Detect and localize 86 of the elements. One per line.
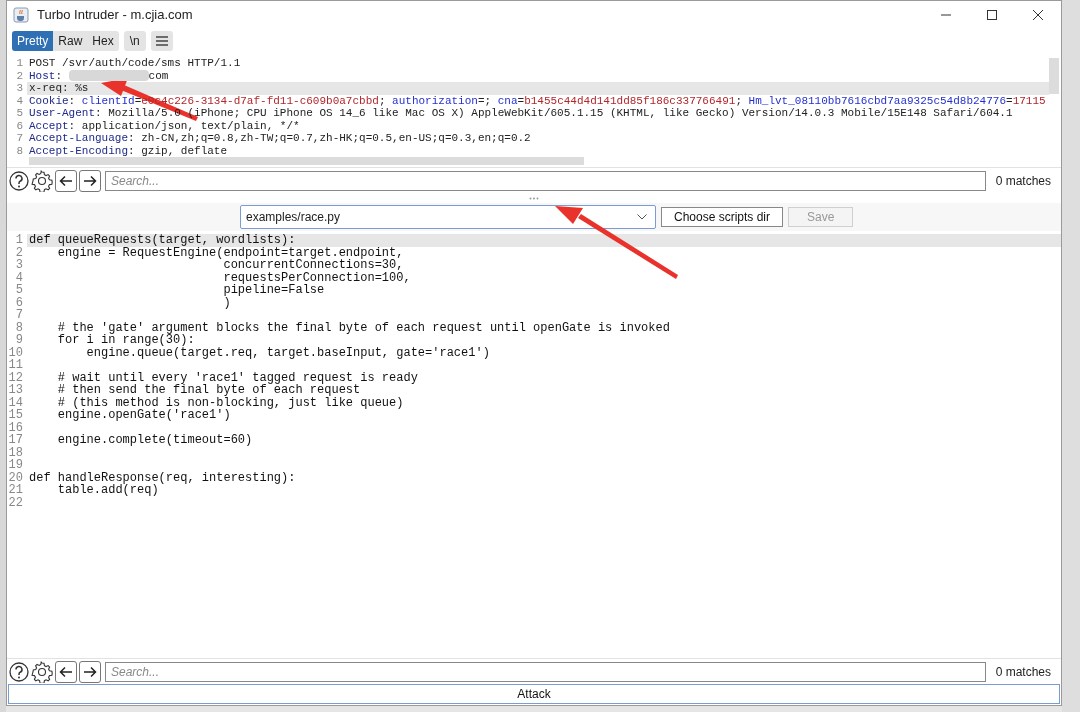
- next-button[interactable]: [79, 660, 101, 683]
- view-tab[interactable]: Raw: [53, 31, 88, 51]
- line-number: 1: [15, 57, 24, 70]
- line-number: 2: [14, 246, 24, 259]
- window-title: Turbo Intruder - m.cjia.com: [37, 6, 193, 25]
- code-line: for i in range(30):: [56, 333, 195, 347]
- code-line: pipeline=False: [222, 283, 325, 297]
- line-number: 6: [14, 296, 24, 309]
- help-icon[interactable]: [9, 661, 29, 682]
- arrow-right-icon: [83, 665, 97, 678]
- newline-toggle[interactable]: \n: [123, 31, 146, 51]
- line-number: 15: [7, 409, 24, 422]
- arrow-left-icon: [59, 174, 73, 187]
- code-line: engine.openGate('race1'): [56, 408, 231, 422]
- line-number: 7: [15, 132, 24, 145]
- code-line: Host: com: [29, 69, 169, 82]
- code-line: requestsPerConnection=100,: [222, 270, 411, 285]
- line-number: 14: [7, 396, 24, 409]
- line-number: 1: [14, 234, 24, 247]
- close-icon: [1033, 10, 1043, 20]
- settings-icon[interactable]: [31, 169, 53, 192]
- code-line: engine.queue(target.req, target.baseInput, gate='race1'): [85, 345, 490, 360]
- line-number: 4: [15, 94, 24, 107]
- line-number: 20: [7, 471, 24, 484]
- code-line: User-Agent: Mozilla/5.0 (iPhone; CPU iPhone OS 14_6 like Mac OS X) AppleWebKit/605.1.15 (KHTML, like Gecko) Version/14.0.3 Mobile/15E148 Safari/604.1: [29, 107, 1013, 119]
- line-number: 16: [7, 421, 24, 434]
- arrow-left-icon: [59, 665, 73, 678]
- line-number: 13: [7, 384, 24, 397]
- maximize-icon: [987, 10, 997, 20]
- view-tab[interactable]: Pretty: [12, 31, 54, 51]
- code-line: def queueRequests(target, wordlists):: [29, 233, 296, 247]
- search-field[interactable]: Search...: [105, 661, 986, 682]
- line-number: 4: [14, 271, 24, 284]
- code-line: x-req: %s: [29, 82, 89, 94]
- help-icon[interactable]: [9, 170, 29, 191]
- line-number: 6: [15, 119, 24, 132]
- menu-icon: [155, 36, 168, 46]
- line-number: 7: [14, 309, 24, 322]
- previous-button[interactable]: [55, 660, 77, 683]
- line-number: 19: [7, 459, 24, 472]
- script-button[interactable]: Choose scripts dir: [661, 207, 784, 227]
- app-icon: [13, 7, 29, 23]
- vertical-scrollbar[interactable]: [1049, 58, 1059, 94]
- code-line: table.add(req): [56, 483, 159, 497]
- match-count: 0 matches: [994, 172, 1052, 190]
- view-tab[interactable]: Hex: [87, 31, 119, 51]
- line-number: 18: [7, 446, 24, 459]
- code-line: # the 'gate' argument blocks the final byte of each request until openGate is invoked: [56, 320, 670, 335]
- line-number: 8: [15, 144, 24, 157]
- code-line: # then send the final byte of each request: [56, 383, 361, 397]
- splitter-handle-icon[interactable]: [529, 196, 539, 200]
- line-number: 11: [7, 359, 24, 372]
- line-number: 8: [14, 321, 24, 334]
- code-line: POST /svr/auth/code/sms HTTP/1.1: [29, 57, 241, 69]
- code-line: ): [222, 295, 231, 310]
- code-line: Accept-Encoding: gzip, deflate: [29, 144, 228, 157]
- line-number: 12: [7, 371, 24, 384]
- line-number: 3: [15, 82, 24, 95]
- code-line: Accept-Language: zh-CN,zh;q=0.8,zh-TW;q=0.7,zh-HK;q=0.5,en-US;q=0.3,en;q=0.2: [29, 132, 531, 144]
- code-line: Accept: application/json, text/plain, */*: [29, 119, 300, 132]
- next-button[interactable]: [79, 169, 101, 192]
- code-line: # wait until every 'race1' tagged request is ready: [56, 370, 418, 385]
- attack-button[interactable]: Attack: [8, 684, 1060, 704]
- line-number: 2: [15, 69, 24, 82]
- line-number: 10: [7, 346, 24, 359]
- line-number: 9: [14, 334, 24, 347]
- arrow-right-icon: [83, 174, 97, 187]
- horizontal-scrollbar[interactable]: [29, 157, 584, 165]
- match-count: 0 matches: [994, 663, 1052, 681]
- code-line: # (this method is non-blocking, just like queue): [56, 395, 404, 410]
- line-number: 22: [7, 496, 24, 509]
- chevron-down-icon: [637, 214, 647, 220]
- script-dropdown[interactable]: examples/race.py: [240, 205, 656, 229]
- line-number: 17: [7, 434, 24, 447]
- line-number: 5: [15, 107, 24, 120]
- code-line: concurrentConnections=30,: [223, 258, 404, 272]
- code-line: engine = RequestEngine(endpoint=target.endpoint,: [56, 245, 404, 260]
- settings-icon[interactable]: [31, 660, 53, 683]
- line-number: 5: [14, 284, 24, 297]
- code-line: engine.complete(timeout=60): [56, 433, 253, 447]
- previous-button[interactable]: [55, 169, 77, 192]
- line-number: 21: [7, 484, 24, 497]
- menu-button[interactable]: [150, 31, 173, 51]
- code-line: def handleResponse(req, interesting):: [29, 470, 296, 485]
- search-field[interactable]: Search...: [105, 170, 986, 191]
- line-number: 3: [14, 259, 24, 272]
